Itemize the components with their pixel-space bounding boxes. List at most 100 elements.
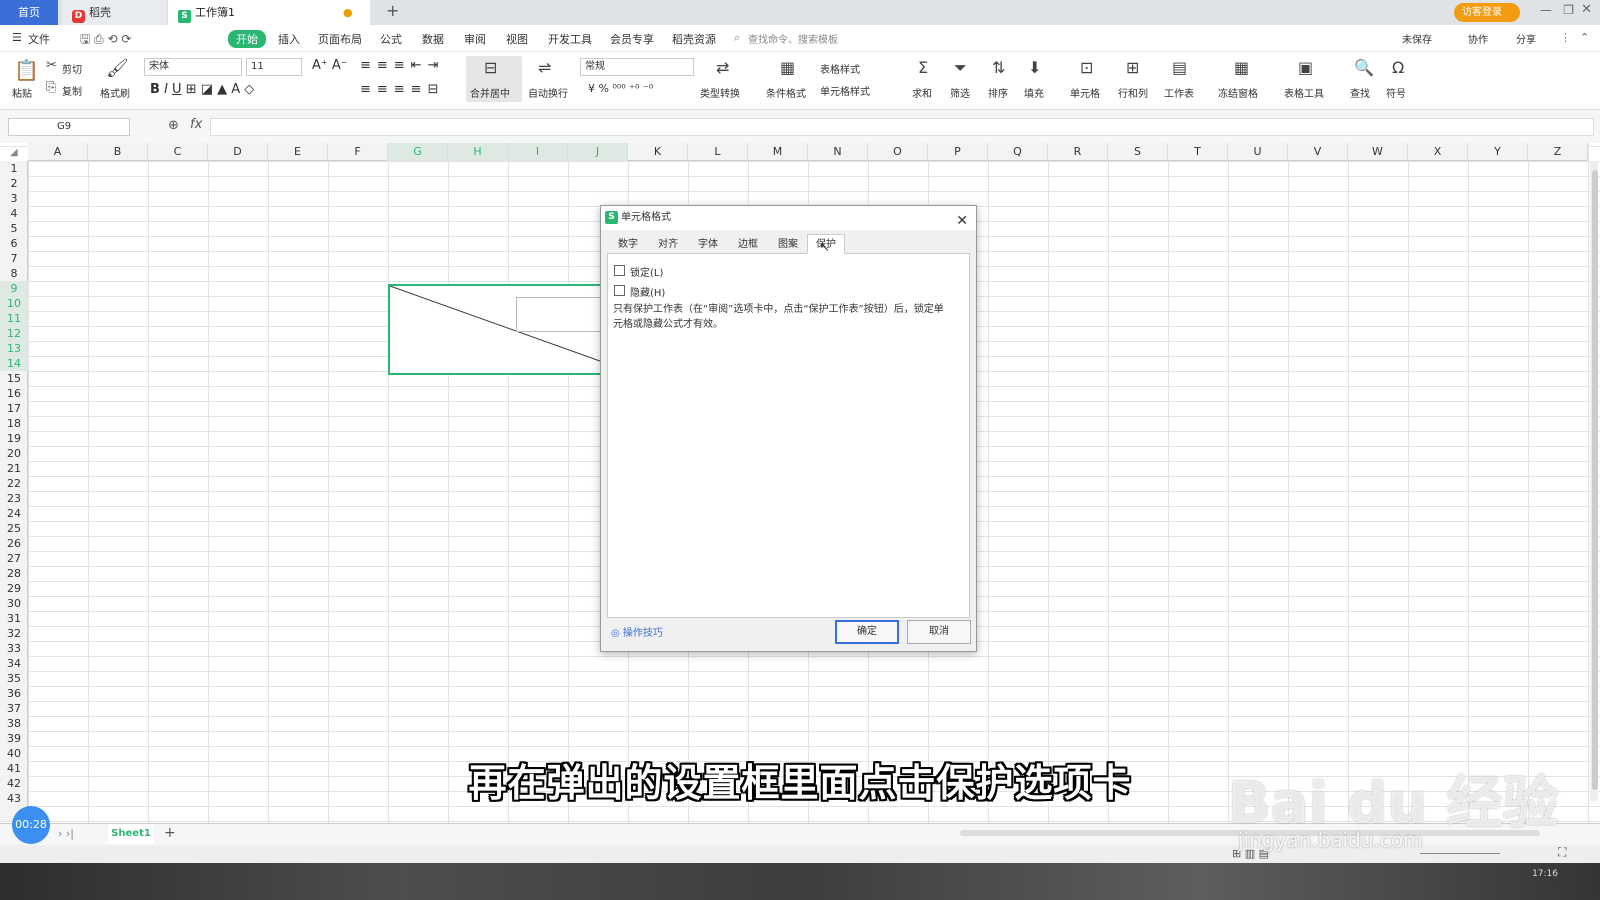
freeze-panes-button[interactable]: 冻结窗格 <box>1218 85 1258 100</box>
number-format-select[interactable]: 常规 <box>580 58 694 76</box>
row-header-30[interactable]: 30 <box>0 596 28 611</box>
column-header-c[interactable]: C <box>148 143 208 161</box>
column-header-i[interactable]: I <box>508 143 568 161</box>
ok-button[interactable]: 确定 <box>835 620 899 644</box>
cell-icon[interactable]: ⊡ <box>1080 58 1093 77</box>
paste-icon[interactable]: 📋 <box>14 58 39 82</box>
menu-view[interactable]: 视图 <box>506 31 528 47</box>
row-header-24[interactable]: 24 <box>0 506 28 521</box>
new-tab-plus-icon[interactable]: + <box>386 1 399 20</box>
row-header-37[interactable]: 37 <box>0 701 28 716</box>
column-header-p[interactable]: P <box>928 143 988 161</box>
row-header-26[interactable]: 26 <box>0 536 28 551</box>
column-header-g[interactable]: G <box>388 143 448 161</box>
row-header-16[interactable]: 16 <box>0 386 28 401</box>
font-grow-icon[interactable]: A⁺ A⁻ <box>312 58 348 73</box>
row-header-6[interactable]: 6 <box>0 236 28 251</box>
row-header-31[interactable]: 31 <box>0 611 28 626</box>
row-header-11[interactable]: 11 <box>0 311 28 326</box>
number-format-icons[interactable]: ¥ % ⁰⁰⁰ ⁺⁰ ⁻⁰ <box>588 82 653 95</box>
tab-font[interactable]: 字体 <box>689 234 727 254</box>
hide-checkbox[interactable] <box>614 285 625 296</box>
row-header-35[interactable]: 35 <box>0 671 28 686</box>
find-button[interactable]: 查找 <box>1350 85 1370 100</box>
paste-label[interactable]: 粘贴 <box>12 85 32 100</box>
tab-pattern[interactable]: 图案 <box>769 234 807 254</box>
vertical-scroll-thumb[interactable] <box>1592 170 1598 790</box>
row-header-2[interactable]: 2 <box>0 176 28 191</box>
align-top-icons[interactable]: ≡≡≡⇤⇥ <box>360 58 444 73</box>
cancel-button[interactable]: 取消 <box>907 620 971 644</box>
column-header-l[interactable]: L <box>688 143 748 161</box>
column-header-u[interactable]: U <box>1228 143 1288 161</box>
row-header-34[interactable]: 34 <box>0 656 28 671</box>
menu-file[interactable]: 文件 <box>28 31 50 47</box>
menu-start[interactable]: 开始 <box>228 30 266 48</box>
conditional-format-button[interactable]: 条件格式 <box>766 85 806 100</box>
close-window-icon[interactable]: ✕ <box>1581 2 1592 17</box>
select-all-icon[interactable]: ◢ <box>10 147 18 158</box>
column-header-y[interactable]: Y <box>1468 143 1528 161</box>
column-header-m[interactable]: M <box>748 143 808 161</box>
wrap-text-icon[interactable]: ⇌ <box>538 58 551 77</box>
menu-daoke-resources[interactable]: 稻壳资源 <box>672 31 716 47</box>
row-header-10[interactable]: 10 <box>0 296 28 311</box>
zoom-formula-icon[interactable]: ⊕ <box>168 118 179 133</box>
merge-center-button[interactable]: 合并居中 <box>470 85 510 100</box>
row-header-14[interactable]: 14 <box>0 356 28 371</box>
row-header-8[interactable]: 8 <box>0 266 28 281</box>
command-search[interactable]: 查找命令、搜索模板 <box>748 31 838 46</box>
row-header-15[interactable]: 15 <box>0 371 28 386</box>
add-sheet-icon[interactable]: + <box>164 825 176 841</box>
share-button[interactable]: 分享 <box>1516 31 1536 46</box>
zoom-slider[interactable] <box>1420 853 1500 854</box>
column-header-q[interactable]: Q <box>988 143 1048 161</box>
column-header-s[interactable]: S <box>1108 143 1168 161</box>
row-header-21[interactable]: 21 <box>0 461 28 476</box>
sum-icon[interactable]: Σ <box>918 58 928 77</box>
filter-button[interactable]: 筛选 <box>950 85 970 100</box>
row-header-23[interactable]: 23 <box>0 491 28 506</box>
column-header-d[interactable]: D <box>208 143 268 161</box>
freeze-panes-icon[interactable]: ▦ <box>1234 58 1249 77</box>
symbol-icon[interactable]: Ω <box>1392 58 1404 77</box>
wrap-text-button[interactable]: 自动换行 <box>528 85 568 100</box>
row-header-33[interactable]: 33 <box>0 641 28 656</box>
row-header-17[interactable]: 17 <box>0 401 28 416</box>
menu-member[interactable]: 会员专享 <box>610 31 654 47</box>
copy-button[interactable]: 复制 <box>62 83 82 98</box>
filter-icon[interactable]: ⏷ <box>954 58 967 78</box>
column-header-e[interactable]: E <box>268 143 328 161</box>
search-icon[interactable]: ⌕ <box>734 31 740 45</box>
tab-workbook[interactable]: S 工作簿1 ● <box>168 0 370 25</box>
row-header-38[interactable]: 38 <box>0 716 28 731</box>
column-header-v[interactable]: V <box>1288 143 1348 161</box>
column-header-h[interactable]: H <box>448 143 508 161</box>
sheet-nav-icons[interactable]: › ›| <box>58 827 74 840</box>
tab-daoke[interactable]: D 稻壳 <box>62 0 166 25</box>
column-header-o[interactable]: O <box>868 143 928 161</box>
find-icon[interactable]: 🔍 <box>1354 58 1374 77</box>
row-header-9[interactable]: 9 <box>0 281 28 296</box>
fx-icon[interactable]: fx <box>190 117 202 132</box>
column-header-a[interactable]: A <box>28 143 88 161</box>
row-header-1[interactable]: 1 <box>0 161 28 176</box>
font-style-icons[interactable]: B I U ⊞ ◪ ▲ A ◇ <box>150 82 254 97</box>
table-tools-icon[interactable]: ▣ <box>1298 58 1313 77</box>
row-col-button[interactable]: 行和列 <box>1118 85 1148 100</box>
table-tools-button[interactable]: 表格工具 <box>1284 85 1324 100</box>
menu-dev-tools[interactable]: 开发工具 <box>548 31 592 47</box>
font-size-select[interactable]: 11 <box>246 58 302 76</box>
column-header-f[interactable]: F <box>328 143 388 161</box>
menu-data[interactable]: 数据 <box>422 31 444 47</box>
row-header-29[interactable]: 29 <box>0 581 28 596</box>
column-header-b[interactable]: B <box>88 143 148 161</box>
conditional-format-icon[interactable]: ▦ <box>780 58 795 77</box>
formula-input[interactable] <box>210 118 1594 136</box>
row-header-20[interactable]: 20 <box>0 446 28 461</box>
column-header-r[interactable]: R <box>1048 143 1108 161</box>
format-painter-icon[interactable]: 🖌 <box>106 58 129 79</box>
row-header-22[interactable]: 22 <box>0 476 28 491</box>
restore-icon[interactable]: ❐ <box>1563 3 1574 17</box>
menu-review[interactable]: 审阅 <box>464 31 486 47</box>
